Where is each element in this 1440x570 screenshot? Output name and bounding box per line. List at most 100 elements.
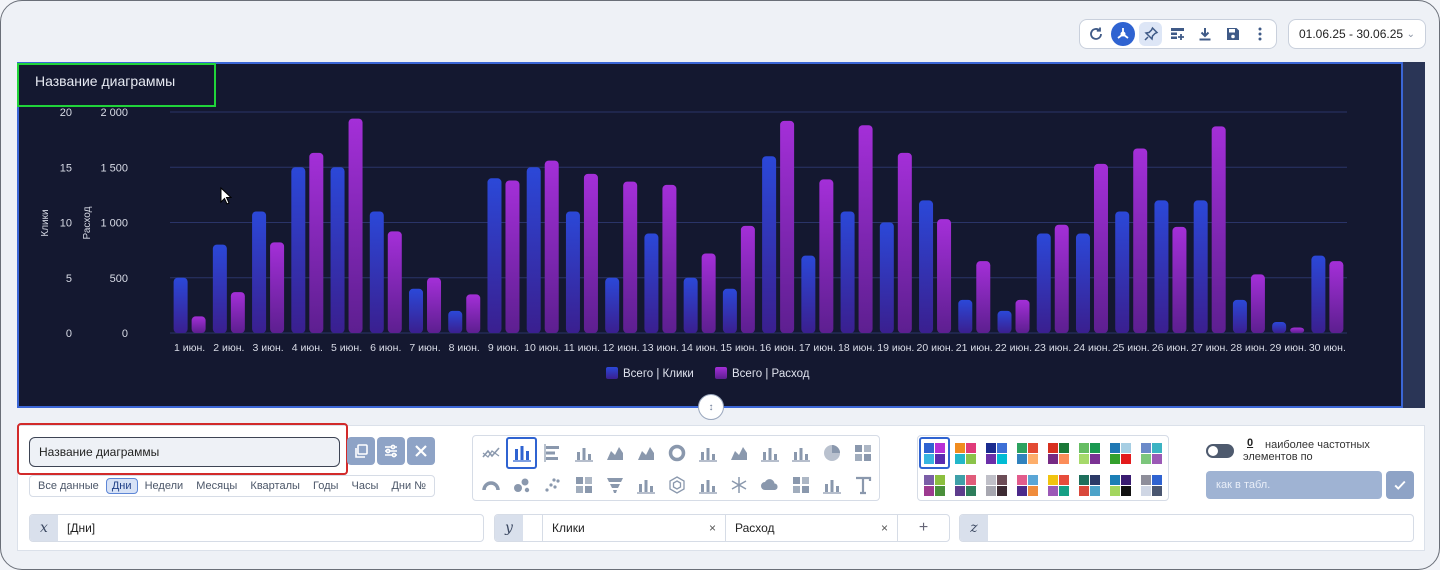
bullet-chart-icon[interactable] [630,469,661,501]
snowflake-icon[interactable] [723,469,754,501]
sort-field-input[interactable]: как в табл. [1206,471,1382,499]
area-step-icon[interactable] [630,437,661,469]
bar-spend[interactable] [937,219,952,333]
period-tab[interactable]: Часы [346,478,385,494]
bar-clicks[interactable] [1272,321,1287,333]
grid-chart-icon[interactable] [785,469,816,501]
bar-spend[interactable] [819,179,834,333]
bar-clicks[interactable] [448,310,463,333]
color-palette-option[interactable] [1136,469,1167,501]
bar-clicks[interactable] [173,277,188,333]
legend-label[interactable]: Всего | Клики [623,368,694,380]
settings-button[interactable] [377,437,405,465]
line-chart-icon[interactable] [475,437,506,469]
bar-clicks[interactable] [291,167,306,333]
bar-spend[interactable] [780,120,795,333]
color-palette-option[interactable] [1105,469,1136,501]
pin-icon[interactable] [1138,22,1163,46]
bar-clicks[interactable] [1036,233,1051,333]
date-range-select[interactable]: 01.06.25 - 30.06.25 ⌄ [1288,19,1426,49]
remove-chip-icon[interactable]: × [881,521,888,535]
bar-clicks[interactable] [1154,200,1169,333]
bar-clicks[interactable] [722,288,737,333]
bar-spend[interactable] [976,261,991,333]
cloud-map-icon[interactable] [754,469,785,501]
freq-count[interactable]: 0 [1247,437,1253,449]
flag-chart-icon[interactable] [754,437,785,469]
bar-clicks[interactable] [879,222,894,334]
color-palette-option[interactable] [981,469,1012,501]
heatmap-icon[interactable] [568,469,599,501]
bubble-chart-icon[interactable] [506,469,537,501]
grouped-bar-icon[interactable] [692,437,723,469]
bar-clicks[interactable] [1193,200,1208,333]
tile-chart-icon[interactable] [847,437,878,469]
bar-clicks[interactable] [958,299,973,333]
bar-spend[interactable] [348,118,363,333]
bar-spend[interactable] [1172,226,1187,333]
histogram-icon[interactable] [785,437,816,469]
bar-clicks[interactable] [1115,211,1130,333]
z-axis-field[interactable]: z [959,514,1414,542]
color-palette-option[interactable] [950,437,981,469]
bar-clicks[interactable] [369,211,384,333]
y-axis-field[interactable]: y Клики × Расход × + [494,514,950,542]
period-tab[interactable]: Месяцы [190,478,243,494]
bar-spend[interactable] [427,277,442,333]
bar-spend[interactable] [623,181,638,333]
copy-button[interactable] [347,437,375,465]
color-palette-option[interactable] [1043,437,1074,469]
color-palette-option[interactable] [981,437,1012,469]
funnel-icon[interactable] [599,469,630,501]
bar-clicks[interactable] [330,167,345,333]
add-y-axis-icon[interactable]: + [898,519,949,537]
add-table-icon[interactable] [1166,22,1189,46]
bar-spend[interactable] [1329,261,1344,333]
period-tab[interactable]: Годы [307,478,344,494]
bar-chart-icon[interactable] [506,437,537,469]
save-icon[interactable] [1221,22,1244,46]
color-palette-option[interactable] [1043,469,1074,501]
period-tab[interactable]: Дни [105,478,138,494]
y-axis-chip-spend[interactable]: Расход × [726,515,898,541]
bar-spend[interactable] [897,152,912,333]
bar-clicks[interactable] [1075,233,1090,333]
radar-icon[interactable] [661,469,692,501]
stacked-bar-icon[interactable] [568,437,599,469]
refresh-icon[interactable] [1084,22,1107,46]
color-palette-option[interactable] [1074,437,1105,469]
bar-spend[interactable] [740,225,755,333]
y-axis-chip-clicks[interactable]: Клики × [543,515,726,541]
color-palette-option[interactable] [1136,437,1167,469]
bar-spend[interactable] [1093,163,1108,333]
x-axis-field[interactable]: x [Дни] [29,514,484,542]
bar-spend[interactable] [1015,299,1030,333]
horizontal-bar-icon[interactable] [537,437,568,469]
bar-clicks[interactable] [1311,255,1326,333]
color-palette-option[interactable] [919,469,950,501]
collapse-toggle-icon[interactable]: ↕ [698,394,724,420]
bar-spend[interactable] [309,152,324,333]
color-palette-option[interactable] [1105,437,1136,469]
bar-spend[interactable] [583,173,598,333]
period-tab[interactable]: Кварталы [244,478,305,494]
bar-clicks[interactable] [644,233,659,333]
bar-spend[interactable] [1211,126,1226,334]
bar-spend[interactable] [466,294,481,333]
bar-clicks[interactable] [840,211,855,333]
bar-spend[interactable] [191,316,206,333]
download-icon[interactable] [1194,22,1217,46]
bar-spend[interactable] [230,292,245,333]
bar-spend[interactable] [1054,224,1069,333]
gauge-icon[interactable] [475,469,506,501]
bar-clicks[interactable] [1232,299,1247,333]
bar-spend[interactable] [1133,148,1148,333]
bar-spend[interactable] [270,242,285,333]
color-palette-option[interactable] [1074,469,1105,501]
tornado-chart-icon[interactable] [692,469,723,501]
chart-mode-icon[interactable] [1111,22,1135,46]
bar-clicks[interactable] [212,244,227,333]
x-axis-chip[interactable]: [Дни] [58,515,104,541]
area-chart-icon[interactable] [599,437,630,469]
bar-clicks[interactable] [762,156,777,333]
